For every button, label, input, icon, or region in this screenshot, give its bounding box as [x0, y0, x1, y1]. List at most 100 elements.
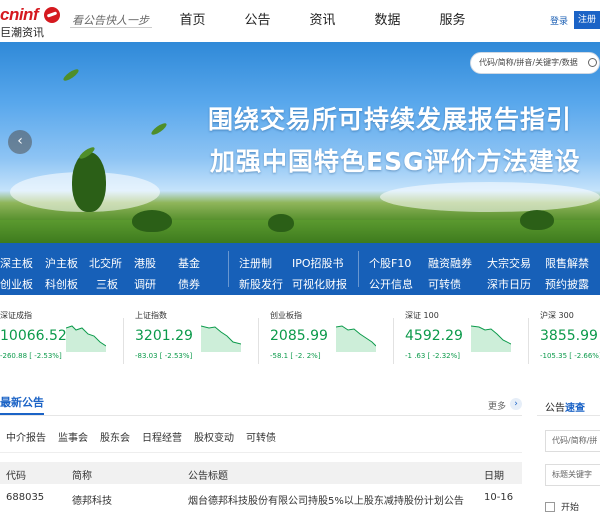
- category-shanghai-main[interactable]: 沪主板: [45, 255, 78, 271]
- index-sparkline: [66, 325, 106, 352]
- category-public-info[interactable]: 公开信息: [369, 276, 413, 292]
- category-lockup[interactable]: 限售解禁: [545, 255, 589, 271]
- column-name: 简称: [72, 471, 92, 482]
- index-divider: [393, 318, 394, 364]
- tab-shareholders-meeting[interactable]: 股东会: [100, 430, 130, 448]
- banner-headline-1: 围绕交易所可持续发展报告指引: [208, 105, 573, 134]
- index-value: 2085.99: [270, 328, 328, 344]
- category-calendar[interactable]: 深市日历: [487, 276, 531, 292]
- table-row[interactable]: 688035 德邦科技 烟台德邦科技股份有限公司持股5%以上股东减持股份计划公告…: [0, 490, 522, 510]
- option-checkbox[interactable]: [545, 502, 555, 512]
- slogan: 看公告快人一步: [72, 14, 149, 27]
- nav-services[interactable]: 服务: [420, 0, 485, 42]
- tab-convertible-bonds[interactable]: 可转债: [246, 430, 276, 448]
- banner-cloud: [380, 182, 600, 212]
- category-bar: 深主板 沪主板 北交所 港股 基金 注册制 IPO招股书 个股F10 融资融券 …: [0, 243, 600, 295]
- register-button[interactable]: 注册: [574, 11, 600, 29]
- section-title[interactable]: 最新公告: [0, 394, 44, 410]
- logo-wordmark: cninf: [0, 5, 39, 24]
- tab-supervisory-board[interactable]: 监事会: [58, 430, 88, 448]
- row-date: 10-16: [484, 492, 514, 503]
- index-change: -105.35 [ -2.66%]: [540, 352, 600, 360]
- category-star-market[interactable]: 科创板: [45, 276, 78, 292]
- category-visual-reports[interactable]: 可视化财报: [292, 276, 347, 292]
- index-value: 4592.29: [405, 328, 463, 344]
- index-name: 深证成指: [0, 311, 32, 320]
- index-divider: [528, 318, 529, 364]
- category-ipo-prospectus[interactable]: IPO招股书: [292, 255, 344, 271]
- table-header: 代码 简称 公告标题 日期: [0, 462, 522, 484]
- category-beijing-exchange[interactable]: 北交所: [89, 255, 122, 271]
- category-margin[interactable]: 融资融券: [428, 255, 472, 271]
- index-card[interactable]: 创业板指 2085.99 -58.1 [ -2. 2%]: [270, 310, 390, 372]
- tab-divider: [0, 452, 522, 453]
- index-card[interactable]: 深证 100 4592.29 -1 .63 [ -2.32%]: [405, 310, 525, 372]
- option-label: 开始: [561, 503, 580, 513]
- index-name: 创业板指: [270, 311, 302, 320]
- site-logo[interactable]: cninf 巨潮资讯: [0, 5, 64, 39]
- code-input[interactable]: 代码/简称/拼: [545, 430, 600, 452]
- market-indices: 深证成指 10066.52 -260.88 [ -2.53%] 上证指数 320…: [0, 310, 600, 372]
- quick-search-title: 公告速查: [545, 403, 585, 414]
- search-icon[interactable]: [588, 58, 597, 67]
- index-value: 10066.52: [0, 328, 67, 344]
- index-card[interactable]: 上证指数 3201.29 -83.03 [ -2.53%]: [135, 310, 255, 372]
- index-change: -260.88 [ -2.53%]: [0, 352, 62, 360]
- index-name: 沪深 300: [540, 311, 574, 320]
- tab-daily-operations[interactable]: 日程经营: [142, 430, 182, 448]
- tab-intermediary-report[interactable]: 中介报告: [6, 430, 46, 448]
- category-research[interactable]: 调研: [134, 276, 156, 292]
- category-registration[interactable]: 注册制: [239, 255, 272, 271]
- latest-announcements: 最新公告 更多 › 中介报告 监事会 股东会 日程经营 股权变动 可转债 代码 …: [0, 384, 525, 519]
- category-third-board[interactable]: 三板: [96, 276, 118, 292]
- category-f10[interactable]: 个股F10: [369, 255, 411, 271]
- row-title[interactable]: 烟台德邦科技股份有限公司持股5%以上股东减持股份计划公告: [188, 492, 464, 507]
- nav-data[interactable]: 数据: [355, 0, 420, 42]
- index-change: -1 .63 [ -2.32%]: [405, 352, 461, 360]
- index-card[interactable]: 深证成指 10066.52 -260.88 [ -2.53%]: [0, 310, 120, 372]
- index-divider: [258, 318, 259, 364]
- banner-tree: [72, 152, 106, 212]
- category-shenzhen-main[interactable]: 深主板: [0, 255, 33, 271]
- tab-equity-changes[interactable]: 股权变动: [194, 430, 234, 448]
- column-title: 公告标题: [188, 471, 228, 482]
- section-divider: [0, 415, 522, 416]
- category-new-issues[interactable]: 新股发行: [239, 276, 283, 292]
- nav-announcements[interactable]: 公告: [225, 0, 290, 42]
- category-block-trade[interactable]: 大宗交易: [487, 255, 531, 271]
- banner-leaf: [149, 121, 169, 137]
- more-link[interactable]: 更多: [488, 399, 506, 412]
- category-funds[interactable]: 基金: [178, 255, 200, 271]
- slogan-divider: [70, 27, 152, 28]
- nav-home[interactable]: 首页: [160, 0, 225, 42]
- chevron-right-icon[interactable]: ›: [510, 398, 522, 410]
- category-disclosure-schedule[interactable]: 预约披露: [545, 276, 589, 292]
- category-bonds[interactable]: 债券: [178, 276, 200, 292]
- category-chinext[interactable]: 创业板: [0, 276, 33, 292]
- index-divider: [123, 318, 124, 364]
- banner-grass: [0, 220, 600, 243]
- hero-banner[interactable]: 围绕交易所可持续发展报告指引 加强中国特色ESG评价方法建设 代码/简称/拼音/…: [0, 42, 600, 243]
- chevron-left-icon[interactable]: ‹: [8, 130, 32, 154]
- index-value: 3855.99: [540, 328, 598, 344]
- login-link[interactable]: 登录: [550, 14, 568, 27]
- row-name[interactable]: 德邦科技: [72, 492, 112, 507]
- banner-tree: [268, 214, 294, 232]
- search-input[interactable]: 代码/简称/拼音/关键字/数据: [470, 52, 600, 74]
- banner-tree: [132, 210, 172, 232]
- active-section-underline: [0, 413, 44, 415]
- row-code[interactable]: 688035: [6, 492, 44, 503]
- quick-search-divider: [537, 415, 600, 416]
- index-sparkline: [336, 325, 376, 352]
- index-sparkline: [201, 325, 241, 352]
- category-hk-stocks[interactable]: 港股: [134, 255, 156, 271]
- top-header: cninf 巨潮资讯 看公告快人一步 首页 公告 资讯 数据 服务 登录 注册: [0, 0, 600, 42]
- keyword-input[interactable]: 标题关键字: [545, 464, 600, 486]
- column-date: 日期: [484, 471, 504, 482]
- nav-news[interactable]: 资讯: [290, 0, 355, 42]
- main-nav: 首页 公告 资讯 数据 服务: [160, 0, 485, 42]
- category-convertible[interactable]: 可转债: [428, 276, 461, 292]
- index-card[interactable]: 沪深 300 3855.99 -105.35 [ -2.66%]: [540, 310, 600, 372]
- category-grid: 深主板 沪主板 北交所 港股 基金 注册制 IPO招股书 个股F10 融资融券 …: [0, 250, 600, 292]
- banner-tree: [520, 210, 554, 230]
